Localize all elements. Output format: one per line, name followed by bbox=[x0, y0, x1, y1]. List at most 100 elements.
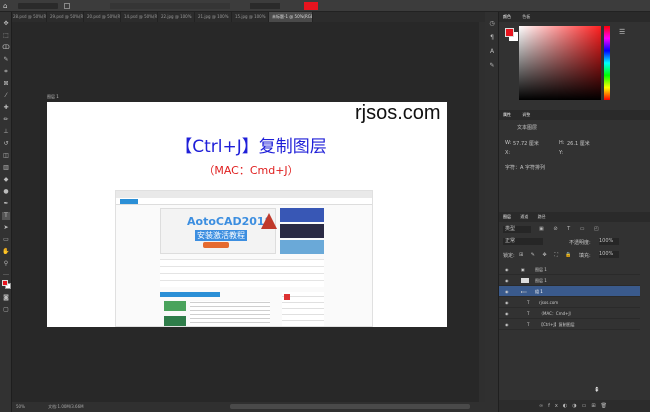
layer-name: 组 1 bbox=[535, 289, 543, 294]
text-layer-icon: T bbox=[527, 300, 530, 305]
character-icon[interactable]: A bbox=[488, 48, 496, 56]
new-group-icon[interactable]: ▭ bbox=[582, 403, 592, 409]
eraser-tool-icon[interactable]: ◫ bbox=[2, 152, 10, 160]
more-tools-icon[interactable]: … bbox=[2, 270, 10, 278]
tab-swatches[interactable]: 色板 bbox=[522, 14, 530, 19]
paragraph-icon[interactable]: ¶ bbox=[488, 34, 496, 42]
site-header bbox=[116, 198, 372, 205]
brush-tool-icon[interactable]: ✏ bbox=[2, 116, 10, 124]
layer-row[interactable]: ◉ T 【Ctrl+J】复制图层 bbox=[499, 319, 640, 330]
layer-row[interactable]: ◉ 图层 1 bbox=[499, 275, 640, 286]
properties-w-value[interactable]: 57.72 厘米 bbox=[513, 140, 539, 147]
opacity-field[interactable]: 100% bbox=[599, 238, 619, 245]
hand-tool-icon[interactable]: ✋ bbox=[2, 248, 10, 256]
color-picker-field[interactable] bbox=[519, 26, 601, 100]
tab-layers[interactable]: 图层 bbox=[503, 214, 511, 219]
adjustment-icon[interactable]: ◑ bbox=[572, 403, 581, 409]
document-tab[interactable]: 22.jpg @ 100% bbox=[158, 12, 195, 22]
document-tab[interactable]: 21.jpg @ 100% bbox=[195, 12, 232, 22]
document-tab[interactable]: 28.psd @ 50%(RGB/8) bbox=[10, 12, 47, 22]
layer-row-selected[interactable]: ◉ ▸▭ 组 1 bbox=[499, 286, 640, 297]
zoom-level[interactable]: 50% bbox=[16, 404, 25, 409]
category-grid bbox=[160, 259, 324, 287]
document-tab[interactable]: 15.jpg @ 100% bbox=[232, 12, 269, 22]
delete-layer-icon[interactable]: 🗑 bbox=[601, 403, 612, 409]
brush-settings-icon[interactable]: ✎ bbox=[488, 62, 496, 70]
path-selection-tool-icon[interactable]: ➤ bbox=[2, 224, 10, 232]
horizontal-scrollbar[interactable] bbox=[230, 404, 470, 409]
layer-filter-icons[interactable]: ▣ ⊘ T ▭ ◰ bbox=[539, 226, 609, 233]
mac-shortcut: （MAC：Cmd+J） bbox=[203, 164, 299, 177]
crop-tool-icon[interactable]: ⌗ bbox=[2, 68, 10, 76]
frame-tool-icon[interactable]: ⊠ bbox=[2, 80, 10, 88]
move-tool-icon[interactable]: ✥ bbox=[2, 20, 10, 28]
document-tab[interactable]: 20.psd @ 50%(RGB/8) bbox=[84, 12, 121, 22]
tools-panel: ✥ ⬚ ↀ ✎ ⌗ ⊠ ⁄ ✚ ✏ ⊥ ↺ ◫ ▥ ◆ ● ✒ T ➤ ▭ ✋ … bbox=[0, 12, 12, 412]
quick-select-tool-icon[interactable]: ✎ bbox=[2, 56, 10, 64]
screen-mode-icon[interactable]: ▢ bbox=[2, 306, 10, 314]
document-tab[interactable]: 29.psd @ 50%(RGB/8) bbox=[47, 12, 84, 22]
3d-mode-dropdown[interactable] bbox=[250, 3, 280, 9]
link-layers-icon[interactable]: ∞ bbox=[539, 403, 548, 409]
color-options-icon[interactable]: ☰ bbox=[619, 28, 625, 36]
autocad-logo-icon bbox=[261, 213, 277, 229]
eye-icon[interactable]: ◉ bbox=[505, 286, 509, 297]
workspace-color-swatch[interactable] bbox=[304, 2, 318, 10]
eye-icon[interactable]: ◉ bbox=[505, 297, 509, 308]
right-panels: 颜色 色板 ☰ 属性 调整 文本图层 W: 57.72 厘米 H: 26.1 厘… bbox=[499, 12, 650, 412]
pen-tool-icon[interactable]: ✒ bbox=[2, 200, 10, 208]
doc-info: 文档:1.00M/3.66M bbox=[48, 404, 84, 409]
document-layer-label: 图层 1 bbox=[47, 94, 59, 99]
fg-color-swatch-panel[interactable] bbox=[505, 28, 514, 37]
marquee-tool-icon[interactable]: ⬚ bbox=[2, 32, 10, 40]
history-brush-tool-icon[interactable]: ↺ bbox=[2, 140, 10, 148]
properties-y-label: Y: bbox=[559, 150, 564, 156]
hue-slider[interactable] bbox=[604, 26, 610, 100]
eye-icon[interactable]: ◉ bbox=[505, 264, 509, 275]
align-buttons[interactable] bbox=[110, 3, 230, 9]
properties-h-value[interactable]: 26.1 厘米 bbox=[567, 140, 590, 147]
layer-kind-filter[interactable]: 类型 bbox=[503, 226, 531, 233]
tab-color[interactable]: 颜色 bbox=[503, 14, 511, 19]
layer-row[interactable]: ◉ ▣ 图层 1 bbox=[499, 264, 640, 275]
rectangle-tool-icon[interactable]: ▭ bbox=[2, 236, 10, 244]
fx-icon[interactable]: fx bbox=[548, 403, 563, 409]
tab-paths[interactable]: 路径 bbox=[538, 214, 546, 219]
auto-select-checkbox[interactable] bbox=[64, 3, 70, 9]
foreground-color-swatch[interactable] bbox=[2, 280, 8, 286]
eye-icon[interactable]: ◉ bbox=[505, 275, 509, 286]
gradient-tool-icon[interactable]: ▥ bbox=[2, 164, 10, 172]
zoom-tool-icon[interactable]: ⚲ bbox=[2, 260, 10, 268]
eye-icon[interactable]: ◉ bbox=[505, 308, 509, 319]
text-layer-icon: T bbox=[527, 322, 530, 327]
new-layer-icon[interactable]: ⊞ bbox=[591, 403, 600, 409]
blend-mode-dropdown[interactable]: 正常 bbox=[503, 238, 543, 245]
quick-mask-icon[interactable]: ◙ bbox=[2, 294, 10, 302]
dodge-tool-icon[interactable]: ● bbox=[2, 188, 10, 196]
clone-stamp-tool-icon[interactable]: ⊥ bbox=[2, 128, 10, 136]
document-tab[interactable]: 14.psd @ 50%(RGB/8) bbox=[121, 12, 158, 22]
tab-channels[interactable]: 通道 bbox=[520, 214, 528, 219]
layer-row[interactable]: ◉ T rjsos.com bbox=[499, 297, 640, 308]
eyedropper-tool-icon[interactable]: ⁄ bbox=[2, 92, 10, 100]
healing-brush-tool-icon[interactable]: ✚ bbox=[2, 104, 10, 112]
document-canvas[interactable]: rjsos.com 【Ctrl+J】复制图层 （MAC：Cmd+J） AotoC… bbox=[47, 102, 447, 327]
document-tab[interactable]: 未标题-1 @ 50%(RGB/8) bbox=[269, 12, 313, 22]
fill-field[interactable]: 100% bbox=[599, 251, 619, 258]
history-icon[interactable]: ◷ bbox=[488, 20, 496, 28]
color-panel-header: 颜色 色板 bbox=[499, 12, 650, 22]
panel-icon-strip: ◷ ¶ A ✎ bbox=[485, 12, 499, 412]
tab-adjustments[interactable]: 调整 bbox=[522, 112, 530, 117]
lasso-tool-icon[interactable]: ↀ bbox=[2, 44, 10, 52]
eye-icon[interactable]: ◉ bbox=[505, 319, 509, 330]
move-tool-options[interactable] bbox=[18, 3, 58, 9]
blur-tool-icon[interactable]: ◆ bbox=[2, 176, 10, 184]
layer-row[interactable]: ◉ T （MAC：Cmd+J） bbox=[499, 308, 640, 319]
lock-icons[interactable]: ⊞ ✎ ✥ ⛶ 🔒 bbox=[519, 252, 575, 258]
layer-type-icon: ▣ bbox=[521, 267, 525, 272]
home-icon[interactable]: ⌂ bbox=[3, 2, 11, 10]
tab-properties[interactable]: 属性 bbox=[503, 112, 511, 117]
document-tabs: 28.psd @ 50%(RGB/8)29.psd @ 50%(RGB/8)20… bbox=[10, 12, 500, 22]
type-tool-icon[interactable]: T bbox=[2, 212, 10, 220]
mask-icon[interactable]: ◐ bbox=[563, 403, 572, 409]
